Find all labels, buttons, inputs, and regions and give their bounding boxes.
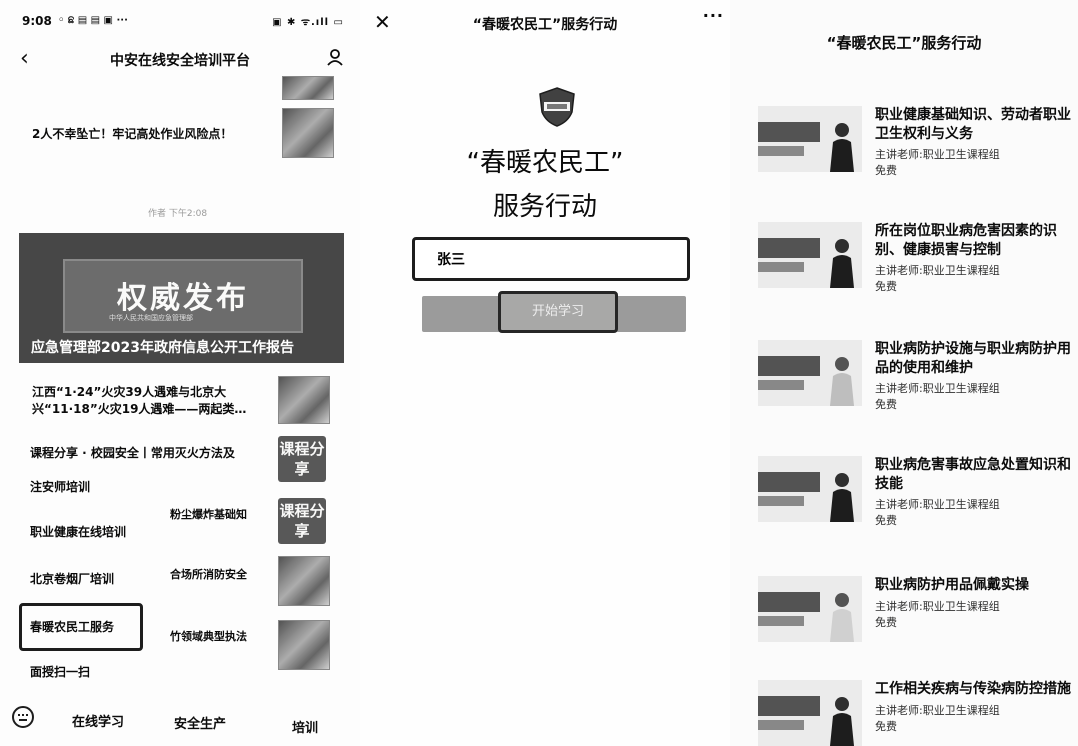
course-price: 免费 bbox=[875, 280, 897, 293]
banner-headline: 权威发布 bbox=[117, 281, 249, 316]
banner-plaque: 权威发布 中华人民共和国应急管理部 bbox=[63, 259, 303, 333]
behind-item-enforcement: 竹领域典型执法 bbox=[170, 630, 247, 643]
lecturer-image bbox=[830, 697, 854, 746]
user-icon[interactable] bbox=[326, 48, 344, 66]
course-card[interactable]: 职业病危害事故应急处置知识和技能 主讲老师:职业卫生课程组 免费 bbox=[730, 456, 1078, 556]
course-card[interactable]: 所在岗位职业病危害因素的识别、健康损害与控制 主讲老师:职业卫生课程组 免费 bbox=[730, 222, 1078, 322]
page-title: “春暖农民工”服务行动 bbox=[826, 34, 982, 52]
news-item-title[interactable]: 江西“1·24”火灾39人遇难与北京大兴“11·18”火灾19人遇难——两起类… bbox=[32, 384, 270, 418]
name-input[interactable] bbox=[412, 237, 690, 281]
start-learning-button[interactable]: 开始学习 bbox=[498, 291, 618, 333]
status-icons-right: ▣ ✱ ᯤ.ıll ▭ bbox=[272, 17, 344, 28]
button-background-right bbox=[616, 296, 686, 332]
button-background-left bbox=[422, 296, 502, 332]
course-thumbnail bbox=[758, 222, 862, 288]
course-share-thumbnail[interactable]: 课程分享 bbox=[278, 436, 326, 482]
course-card[interactable]: 工作相关疾病与传染病防控措施 主讲老师:职业卫生课程组 免费 bbox=[730, 680, 1078, 746]
course-thumbnail bbox=[758, 680, 862, 746]
tab-training[interactable]: 培训 bbox=[292, 717, 318, 736]
status-time: 9:08 bbox=[22, 14, 52, 28]
news-thumbnail[interactable] bbox=[282, 108, 334, 158]
course-title: 工作相关疾病与传染病防控措施 bbox=[875, 681, 1071, 697]
page-title: 中安在线安全培训平台 bbox=[110, 53, 250, 69]
lecturer-image bbox=[830, 473, 854, 522]
course-price: 免费 bbox=[875, 398, 897, 411]
course-card[interactable]: 职业病防护设施与职业病防护用品的使用和维护 主讲老师:职业卫生课程组 免费 bbox=[730, 340, 1078, 440]
lecturer-image bbox=[830, 123, 854, 172]
news-thumbnail[interactable] bbox=[278, 556, 330, 606]
course-teacher: 主讲老师:职业卫生课程组 bbox=[875, 498, 1000, 511]
course-title: 职业病防护用品佩戴实操 bbox=[875, 577, 1029, 593]
banner-subtitle: 中华人民共和国应急管理部 bbox=[109, 314, 193, 322]
campaign-subheading: 服务行动 bbox=[492, 192, 597, 222]
campaign-heading: “春暖农民工” bbox=[466, 148, 624, 178]
course-price: 免费 bbox=[875, 164, 897, 177]
course-price: 免费 bbox=[875, 720, 897, 733]
behind-item-dust-explosion: 粉尘爆炸基础知 bbox=[170, 508, 247, 521]
status-bar: 9:08 ◦ ଛ ▤ ▤ ▣ ··· ▣ ✱ ᯤ.ıll ▭ bbox=[22, 14, 344, 32]
course-teacher: 主讲老师:职业卫生课程组 bbox=[875, 148, 1000, 161]
page-title: “春暖农民工”服务行动 bbox=[472, 17, 618, 33]
course-title: 职业病危害事故应急处置知识和技能 bbox=[875, 457, 1071, 492]
keyboard-icon[interactable] bbox=[12, 706, 34, 728]
menu-item-scan[interactable]: 面授扫一扫 bbox=[30, 663, 90, 680]
app-header: ‹ 中安在线安全培训平台 bbox=[0, 44, 360, 74]
menu-item-tobacco-factory[interactable]: 北京卷烟厂培训 bbox=[30, 570, 114, 587]
more-icon[interactable]: ··· bbox=[703, 6, 724, 25]
tab-online-learning[interactable]: 在线学习 bbox=[72, 711, 124, 730]
course-title: 职业健康基础知识、劳动者职业卫生权利与义务 bbox=[875, 107, 1071, 142]
signup-screen: ✕ “春暖农民工”服务行动 ··· “春暖农民工” 服务行动 开始学习 bbox=[360, 0, 730, 746]
menu-item-migrant-workers[interactable]: 春暖农民工服务 bbox=[30, 618, 114, 635]
course-thumbnail bbox=[758, 456, 862, 522]
course-title: 所在岗位职业病危害因素的识别、健康损害与控制 bbox=[875, 223, 1057, 258]
lecturer-image bbox=[830, 357, 854, 406]
course-teacher: 主讲老师:职业卫生课程组 bbox=[875, 704, 1000, 717]
behind-item-fire-safety: 合场所消防安全 bbox=[170, 568, 247, 581]
course-share-title[interactable]: 课程分享 · 校园安全丨常用灭火方法及 bbox=[30, 444, 270, 461]
banner-caption: 应急管理部2023年政府信息公开工作报告 bbox=[31, 340, 294, 356]
news-item-title[interactable]: 2人不幸坠亡！牢记高处作业风险点！ bbox=[32, 126, 272, 143]
course-title: 职业病防护设施与职业病防护用品的使用和维护 bbox=[875, 341, 1071, 376]
course-teacher: 主讲老师:职业卫生课程组 bbox=[875, 600, 1000, 613]
announcement-banner[interactable]: 权威发布 中华人民共和国应急管理部 应急管理部2023年政府信息公开工作报告 bbox=[19, 233, 344, 363]
news-thumbnail[interactable] bbox=[282, 76, 334, 100]
menu-item-cert-training[interactable]: 注安师培训 bbox=[30, 478, 90, 495]
course-list-screen: “春暖农民工”服务行动 职业健康基础知识、劳动者职业卫生权利与义务 主讲老师:职… bbox=[730, 0, 1078, 746]
lecturer-image bbox=[830, 593, 854, 642]
lecturer-image bbox=[830, 239, 854, 288]
course-thumbnail bbox=[758, 576, 862, 642]
campaign-logo-icon bbox=[539, 87, 575, 127]
news-thumbnail[interactable] bbox=[278, 376, 330, 424]
course-thumbnail bbox=[758, 106, 862, 172]
course-price: 免费 bbox=[875, 616, 897, 629]
news-app-screen: 9:08 ◦ ଛ ▤ ▤ ▣ ··· ▣ ✱ ᯤ.ıll ▭ ‹ 中安在线安全培… bbox=[0, 0, 360, 746]
course-thumbnail bbox=[758, 340, 862, 406]
course-price: 免费 bbox=[875, 514, 897, 527]
article-note: 作者 下午2:08 bbox=[148, 209, 208, 219]
course-card[interactable]: 职业病防护用品佩戴实操 主讲老师:职业卫生课程组 免费 bbox=[730, 576, 1078, 676]
course-card[interactable]: 职业健康基础知识、劳动者职业卫生权利与义务 主讲老师:职业卫生课程组 免费 bbox=[730, 106, 1078, 206]
course-teacher: 主讲老师:职业卫生课程组 bbox=[875, 382, 1000, 395]
status-icons-left: ◦ ଛ ▤ ▤ ▣ ··· bbox=[58, 15, 128, 26]
menu-item-occupational-health[interactable]: 职业健康在线培训 bbox=[30, 523, 126, 540]
news-thumbnail[interactable] bbox=[278, 620, 330, 670]
course-teacher: 主讲老师:职业卫生课程组 bbox=[875, 264, 1000, 277]
course-share-thumbnail[interactable]: 课程分享 bbox=[278, 498, 326, 544]
tab-safety-production[interactable]: 安全生产 bbox=[174, 713, 226, 732]
